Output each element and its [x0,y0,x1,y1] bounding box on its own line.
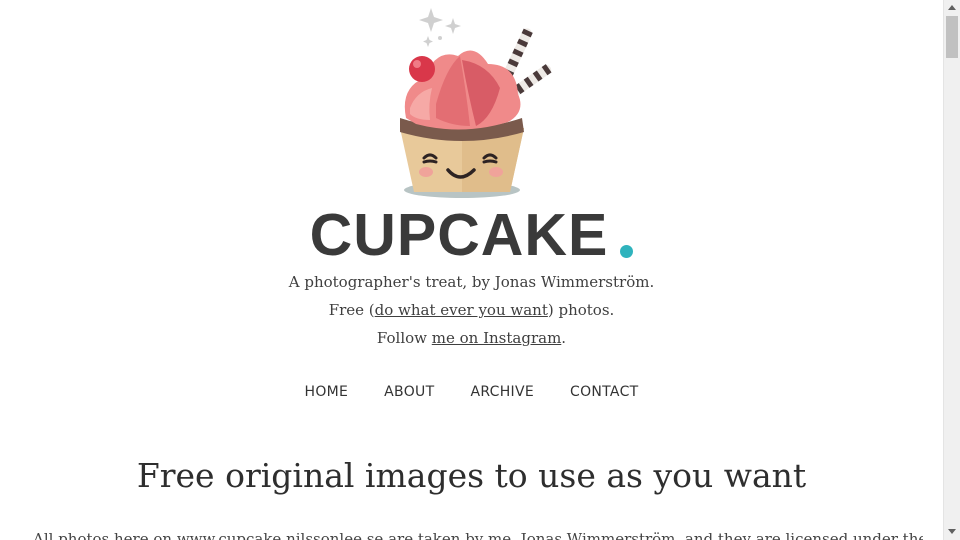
scroll-up-arrow-icon[interactable] [948,5,956,10]
nav-item-about[interactable]: ABOUT [384,384,434,400]
nav-item-home[interactable]: HOME [305,384,349,400]
site-tagline: A photographer's treat, by Jonas Wimmers… [288,273,655,291]
main-nav: HOME ABOUT ARCHIVE CONTACT [0,384,943,400]
nav-item-contact[interactable]: CONTACT [570,384,639,400]
license-suffix: ) photos. [547,301,615,319]
vertical-scrollbar[interactable] [943,0,960,540]
follow-prefix: Follow [376,329,432,347]
page: CUPCAKE A photographer's treat, by Jonas… [0,0,943,540]
scrollbar-thumb[interactable] [946,16,958,58]
site-title-text: CUPCAKE [309,202,609,268]
follow-line: Follow me on Instagram. [0,328,943,348]
page-heading: Free original images to use as you want [136,456,807,495]
follow-suffix: . [561,329,567,347]
cupcake-logo[interactable] [396,8,564,204]
site-title[interactable]: CUPCAKE [0,202,943,268]
nav-item-archive[interactable]: ARCHIVE [470,384,534,400]
license-prefix: Free ( [328,301,375,319]
license-link[interactable]: do what ever you want [375,301,548,319]
brand-dot-icon [620,245,634,258]
license-line: Free (do what ever you want) photos. [0,300,943,320]
cupcake-logo-icon [400,8,552,198]
scroll-down-arrow-icon[interactable] [948,529,956,534]
intro-paragraph: All photos here on www.cupcake.nilssonle… [33,530,923,540]
instagram-link[interactable]: me on Instagram [432,329,562,347]
